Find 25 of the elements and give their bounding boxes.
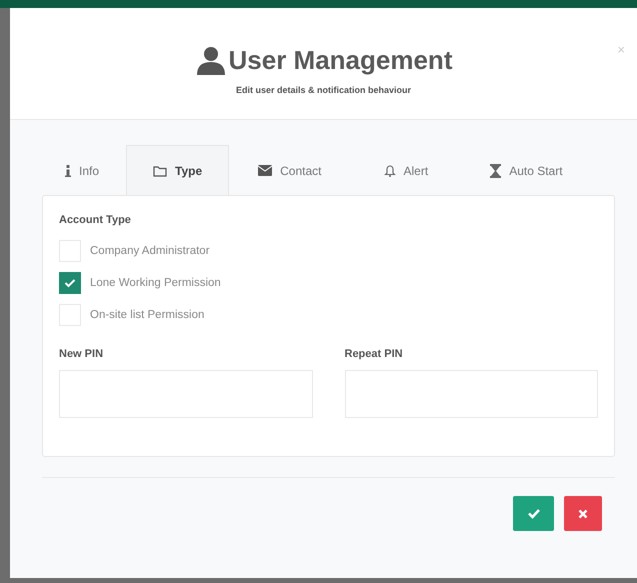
field-label: New PIN bbox=[59, 348, 104, 360]
user-icon bbox=[194, 44, 227, 76]
dialog-subtitle: Edit user details & notification behaviour bbox=[236, 84, 412, 94]
tab[interactable]: Alert bbox=[372, 145, 480, 195]
tab[interactable]: Type bbox=[126, 145, 230, 195]
dialog-title: User Management bbox=[228, 45, 452, 76]
tab[interactable]: Auto Start bbox=[479, 145, 590, 195]
section-heading: Account Type bbox=[59, 214, 132, 226]
check-icon bbox=[64, 278, 76, 288]
folder-icon bbox=[153, 164, 168, 176]
info-icon bbox=[65, 164, 71, 176]
close-icon bbox=[578, 508, 588, 518]
tab[interactable]: Info bbox=[54, 145, 126, 195]
envelope-icon bbox=[258, 165, 272, 176]
confirm-button[interactable] bbox=[513, 496, 554, 531]
tab[interactable]: Contact bbox=[247, 145, 372, 195]
checkbox-label: Lone Working Permission bbox=[90, 277, 221, 289]
cancel-button[interactable] bbox=[564, 496, 602, 531]
bell-icon bbox=[384, 164, 396, 177]
hourglass-icon bbox=[490, 164, 502, 178]
checkbox-label: On-site list Permission bbox=[90, 309, 204, 321]
checkbox[interactable] bbox=[59, 272, 81, 294]
field-label: Repeat PIN bbox=[344, 348, 404, 360]
checkbox-label: Company Administrator bbox=[90, 245, 210, 257]
check-icon bbox=[526, 508, 540, 519]
